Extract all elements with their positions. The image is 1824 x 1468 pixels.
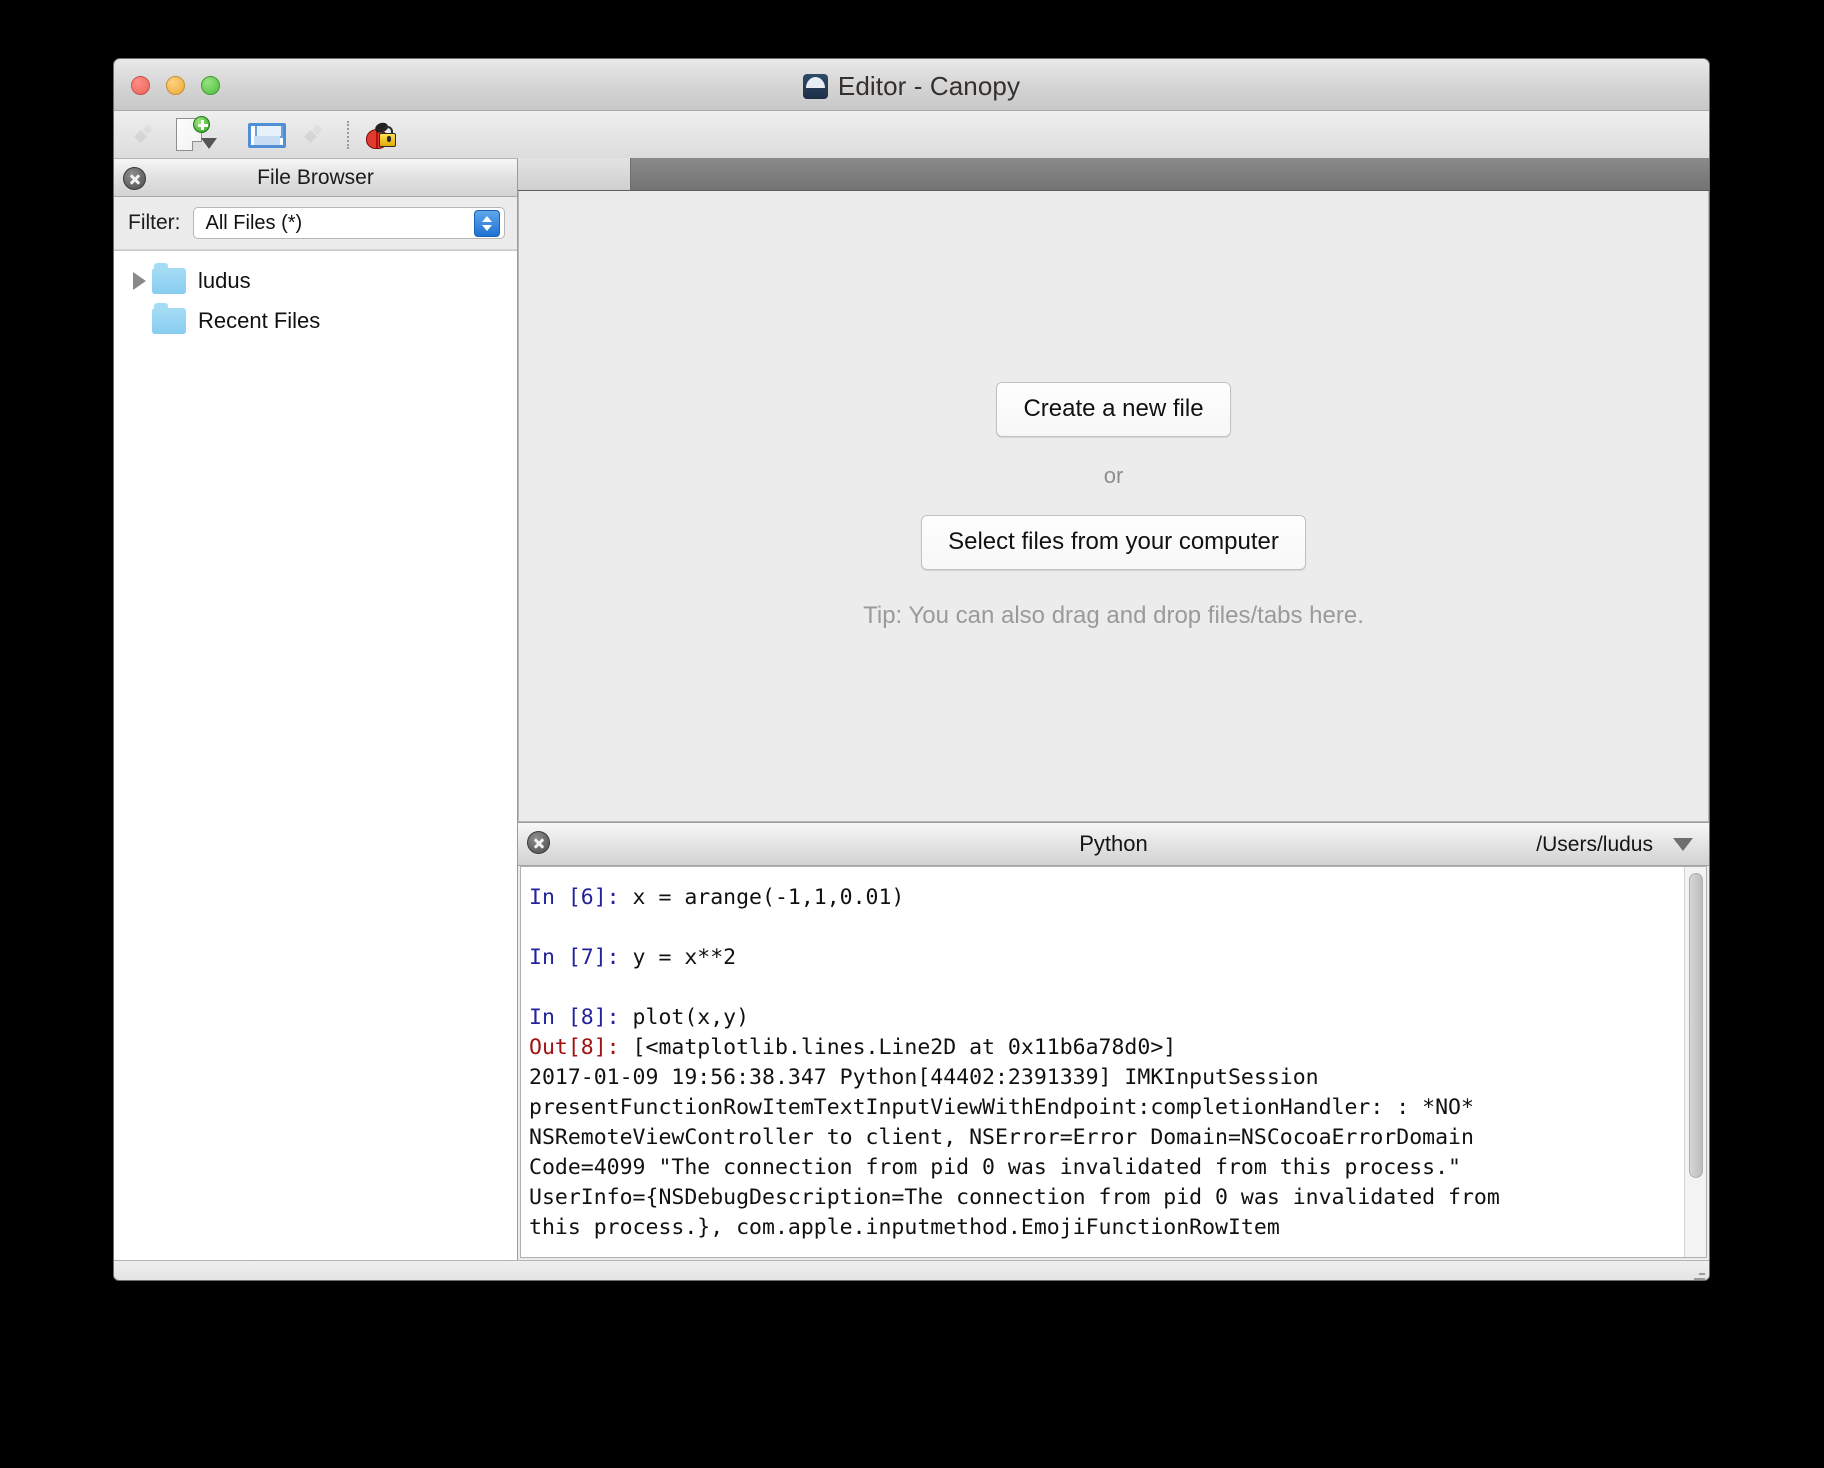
- console-code: plot(x,y): [619, 1005, 750, 1030]
- close-circle-icon[interactable]: [527, 831, 550, 854]
- debug-button[interactable]: [360, 116, 412, 154]
- console-line: this process.}, com.apple.inputmethod.Em…: [529, 1215, 1280, 1240]
- python-console-output[interactable]: In [6]: x = arange(-1,1,0.01) In [7]: y …: [521, 867, 1684, 1257]
- ghost-placeholder-icon-left: [124, 118, 166, 152]
- or-separator-label: or: [1103, 463, 1124, 488]
- window-body: File Browser Filter: All Files (*) ludus: [114, 158, 1709, 1260]
- canopy-icon: [802, 74, 828, 99]
- editor-column: Create a new file or Select files from y…: [518, 158, 1709, 1260]
- console-line: UserInfo={NSDebugDescription=The connect…: [529, 1185, 1500, 1210]
- tree-item-label: Recent Files: [198, 308, 321, 333]
- window-titlebar: Editor - Canopy: [114, 59, 1709, 111]
- close-circle-icon[interactable]: [123, 167, 146, 190]
- chevron-down-icon[interactable]: [1673, 838, 1693, 851]
- python-path-group[interactable]: /Users/ludus: [1536, 823, 1693, 866]
- console-line: In [7]: y = x**2: [529, 943, 1676, 973]
- python-console-wrap: In [6]: x = arange(-1,1,0.01) In [7]: y …: [520, 866, 1707, 1258]
- tab-active[interactable]: [518, 158, 631, 190]
- resize-grip[interactable]: [1687, 1269, 1705, 1280]
- ghost-placeholder-icon-right: [294, 118, 336, 152]
- in-prompt: In [7]:: [529, 945, 620, 970]
- plus-badge-icon: [193, 115, 210, 133]
- window-title: Editor - Canopy: [837, 71, 1021, 101]
- file-tree[interactable]: ludus Recent Files: [114, 250, 517, 1260]
- console-line: In [8]: plot(x,y): [529, 1003, 1676, 1033]
- tree-item-recent-files[interactable]: Recent Files: [114, 301, 517, 341]
- console-line: In [6]: x = arange(-1,1,0.01): [529, 883, 1676, 913]
- python-console-scrollbar[interactable]: [1684, 867, 1706, 1257]
- file-browser-header: File Browser: [114, 159, 517, 197]
- editor-tabstrip[interactable]: [518, 158, 1709, 191]
- folder-icon: [152, 303, 186, 334]
- main-toolbar: [114, 111, 1709, 159]
- chevron-down-icon[interactable]: [201, 137, 217, 149]
- tree-item-ludus[interactable]: ludus: [114, 261, 517, 301]
- new-file-button[interactable]: [168, 115, 230, 154]
- folder-icon: [152, 263, 186, 294]
- window-title-group: Editor - Canopy: [114, 71, 1709, 102]
- python-pane-title: Python: [1079, 831, 1148, 856]
- in-prompt: In [8]:: [529, 1005, 620, 1030]
- filter-row: Filter: All Files (*): [114, 197, 517, 250]
- file-browser-pane: File Browser Filter: All Files (*) ludus: [114, 159, 518, 1260]
- python-working-directory: /Users/ludus: [1536, 832, 1653, 856]
- filter-selected-value: All Files (*): [205, 211, 303, 234]
- toolbar-separator: [347, 120, 349, 149]
- filter-select[interactable]: All Files (*): [192, 207, 505, 239]
- tabstrip-empty-area: [631, 158, 1709, 190]
- tree-item-label: ludus: [198, 268, 251, 293]
- console-code: y = x**2: [619, 945, 737, 970]
- stepper-up-down-icon[interactable]: [474, 210, 500, 237]
- in-prompt: In [6]:: [529, 885, 620, 910]
- save-file-button[interactable]: [238, 116, 294, 154]
- lock-icon: [379, 125, 396, 147]
- console-line: NSRemoteViewController to client, NSErro…: [529, 1125, 1474, 1150]
- window-footer: [114, 1260, 1709, 1280]
- console-line: presentFunctionRowItemTextInputViewWithE…: [529, 1095, 1474, 1120]
- console-line: Code=4099 "The connection from pid 0 was…: [529, 1155, 1461, 1180]
- python-pane-header: Python /Users/ludus: [518, 823, 1709, 866]
- twisty-collapsed-icon[interactable]: [126, 272, 152, 290]
- console-code: x = arange(-1,1,0.01): [619, 885, 905, 910]
- console-code: [<matplotlib.lines.Line2D at 0x11b6a78d0…: [619, 1035, 1177, 1060]
- console-line: 2017-01-09 19:56:38.347 Python[44402:239…: [529, 1065, 1319, 1090]
- save-floppy-icon: [248, 122, 286, 148]
- out-prompt: Out[8]:: [529, 1035, 620, 1060]
- console-line: Out[8]: [<matplotlib.lines.Line2D at 0x1…: [529, 1033, 1676, 1063]
- filter-label: Filter:: [128, 211, 181, 234]
- file-browser-title: File Browser: [257, 165, 374, 189]
- dropzone-tip: Tip: You can also drag and drop files/ta…: [863, 602, 1364, 629]
- create-new-file-button[interactable]: Create a new file: [996, 382, 1231, 437]
- python-console-pane: Python /Users/ludus In [6]: x = arange(-…: [518, 822, 1709, 1260]
- editor-empty-dropzone[interactable]: Create a new file or Select files from y…: [518, 191, 1709, 822]
- scrollbar-thumb[interactable]: [1689, 873, 1703, 1178]
- select-files-button[interactable]: Select files from your computer: [921, 515, 1306, 570]
- editor-window: Editor - Canopy File Browser Filter: All…: [113, 58, 1710, 1281]
